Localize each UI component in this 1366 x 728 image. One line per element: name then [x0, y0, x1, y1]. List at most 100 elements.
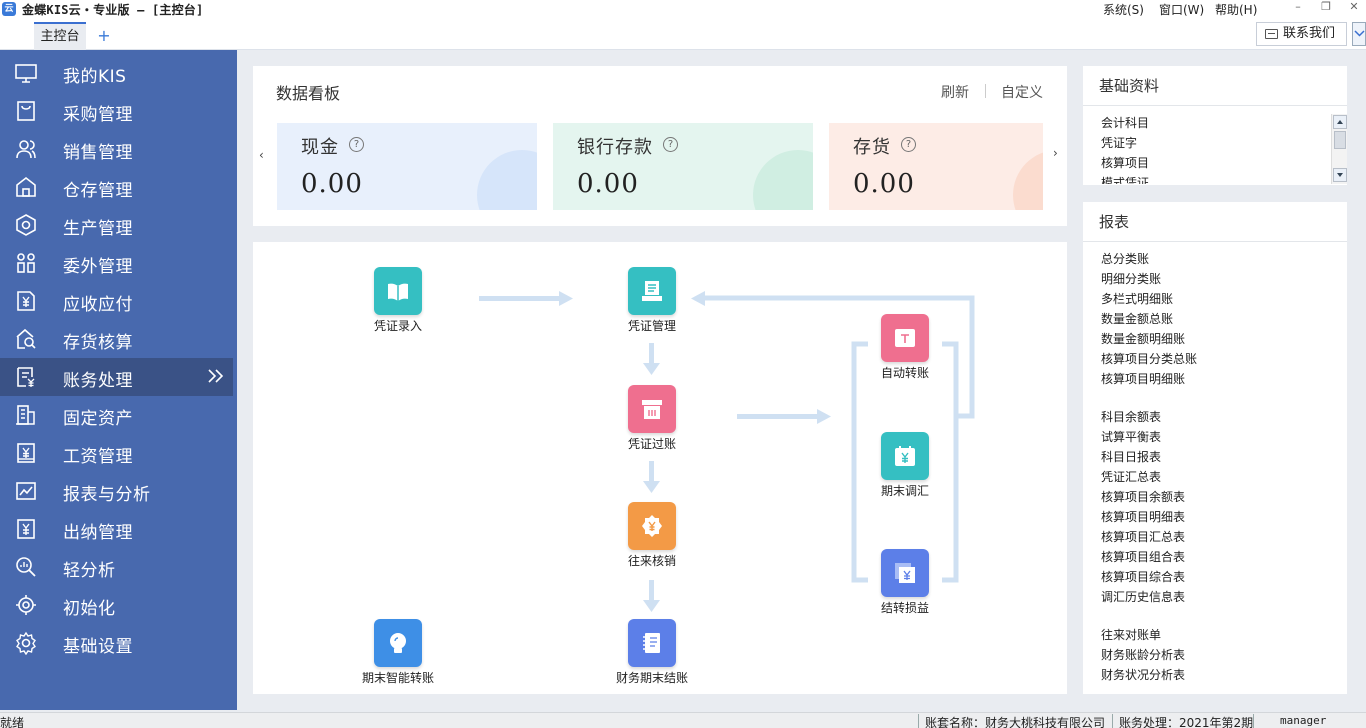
sidebar-item-sales[interactable]: 销售管理 — [0, 130, 237, 168]
data-board: 数据看板 刷新 自定义 ‹ › 现金 ? 0.00 银行存款 ? 0.00 存货… — [253, 66, 1067, 226]
sidebar-item-my-kis[interactable]: 我的KIS — [0, 54, 237, 92]
list-item[interactable]: 核算项目组合表 — [1101, 547, 1347, 567]
flow-node-fx-adjust[interactable]: 期末调汇 — [865, 432, 945, 502]
outsource-icon — [17, 253, 35, 273]
list-item[interactable]: 试算平衡表 — [1101, 427, 1347, 447]
card-bank-deposit[interactable]: 银行存款 ? 0.00 — [553, 123, 813, 210]
sidebar-item-basic-settings[interactable]: 基础设置 — [0, 624, 237, 662]
list-item[interactable]: 核算项目余额表 — [1101, 487, 1347, 507]
contact-us-label: 联系我们 — [1283, 26, 1336, 41]
status-period: 账务处理：2021年第2期 — [1112, 714, 1253, 728]
list-item[interactable]: 往来对账单 — [1101, 625, 1347, 645]
list-item[interactable]: 核算项目汇总表 — [1101, 527, 1347, 547]
list-item[interactable]: 财务状况分析表 — [1101, 665, 1347, 685]
contact-us-button[interactable]: 联系我们 — [1256, 22, 1347, 46]
list-item[interactable]: 调汇历史信息表 — [1101, 587, 1347, 607]
tab-bar: 主控台 + 联系我们 — [0, 18, 1366, 50]
list-item[interactable]: 数量金额总账 — [1101, 309, 1347, 329]
help-icon[interactable]: ? — [349, 137, 364, 152]
tab-home[interactable]: 主控台 — [34, 22, 86, 50]
menu-help[interactable]: 帮助(H) — [1215, 1, 1257, 18]
flow-node-voucher-post[interactable]: 凭证过账 — [612, 385, 692, 455]
refresh-button[interactable]: 刷新 — [941, 82, 969, 102]
card-cash[interactable]: 现金 ? 0.00 — [277, 123, 537, 210]
list-item[interactable]: 明细分类账 — [1101, 269, 1347, 289]
list-item[interactable]: 核算项目明细表 — [1101, 507, 1347, 527]
scroll-thumb[interactable] — [1334, 131, 1346, 149]
list-item[interactable]: 多栏式明细账 — [1101, 289, 1347, 309]
help-icon[interactable]: ? — [663, 137, 678, 152]
process-flow-panel: 凭证录入 凭证管理 凭证过账 往来核销 财务期末结账 期末智能转账 自动转账 期… — [253, 242, 1067, 694]
basic-data-panel: 基础资料 会计科目 凭证字 核算项目 模式凭证 — [1083, 66, 1347, 185]
list-item[interactable]: 核算项目综合表 — [1101, 567, 1347, 587]
message-icon — [1265, 29, 1278, 39]
sidebar-item-receivable[interactable]: 应收应付 — [0, 282, 237, 320]
fx-adjust-calendar-icon — [881, 432, 929, 480]
node-label: 结转损益 — [880, 601, 929, 615]
close-button[interactable]: ✕ — [1344, 0, 1364, 13]
restore-button[interactable]: ❐ — [1316, 0, 1336, 13]
customize-button[interactable]: 自定义 — [1001, 82, 1043, 102]
menu-system[interactable]: 系统(S) — [1103, 1, 1144, 18]
sidebar-item-label: 报表与分析 — [63, 485, 151, 505]
list-item[interactable]: 凭证汇总表 — [1101, 467, 1347, 487]
list-item[interactable]: 数量金额明细账 — [1101, 329, 1347, 349]
basic-data-scrollbar[interactable] — [1331, 114, 1347, 184]
basic-data-list: 会计科目 凭证字 核算项目 模式凭证 — [1083, 106, 1347, 184]
next-arrow-icon[interactable]: › — [1053, 146, 1058, 160]
sidebar-item-purchase[interactable]: 采购管理 — [0, 92, 237, 130]
board-title: 数据看板 — [276, 84, 341, 103]
list-item[interactable]: 科目余额表 — [1101, 407, 1347, 427]
flow-node-smart-transfer[interactable]: 期末智能转账 — [358, 619, 438, 689]
sidebar-item-light-analysis[interactable]: 轻分析 — [0, 548, 237, 586]
voucher-entry-icon — [374, 267, 422, 315]
sidebar-item-reports[interactable]: 报表与分析 — [0, 472, 237, 510]
sidebar-item-label: 账务处理 — [63, 371, 133, 391]
scroll-down-icon[interactable] — [1333, 168, 1347, 182]
sidebar-item-accounting[interactable]: 账务处理 — [0, 358, 233, 396]
flow-node-carry-pl[interactable]: 结转损益 — [865, 549, 945, 619]
card-value: 0.00 — [577, 169, 639, 199]
flow-node-writeoff[interactable]: 往来核销 — [612, 502, 692, 572]
list-item[interactable]: 核算项目明细账 — [1101, 369, 1347, 389]
status-company: 账套名称：财务大桃科技有限公司 — [918, 714, 1105, 728]
sidebar-item-inventory-accounting[interactable]: 存货核算 — [0, 320, 237, 358]
sidebar-nav: 我的KIS 采购管理 销售管理 仓存管理 生产管理 委外管理 应收应付 存货核算… — [0, 50, 237, 710]
list-item[interactable]: 财务账龄分析表 — [1101, 645, 1347, 665]
minimize-button[interactable]: – — [1288, 0, 1308, 13]
scroll-up-icon[interactable] — [1333, 115, 1347, 129]
list-item[interactable]: 模式凭证 — [1101, 173, 1347, 184]
list-item[interactable]: 核算项目分类总账 — [1101, 349, 1347, 369]
reports-list: 总分类账 明细分类账 多栏式明细账 数量金额总账 数量金额明细账 核算项目分类总… — [1083, 242, 1347, 685]
sales-users-icon — [16, 140, 36, 159]
card-label: 银行存款 — [577, 137, 653, 158]
card-inventory[interactable]: 存货 ? 0.00 — [829, 123, 1043, 210]
prev-arrow-icon[interactable]: ‹ — [259, 148, 264, 162]
flow-node-auto-transfer[interactable]: 自动转账 — [865, 314, 945, 384]
sidebar-item-production[interactable]: 生产管理 — [0, 206, 237, 244]
sidebar-item-outsource[interactable]: 委外管理 — [0, 244, 237, 282]
fixed-asset-building-icon — [16, 405, 35, 425]
list-item[interactable]: 凭证字 — [1101, 133, 1347, 153]
list-item[interactable]: 科目日报表 — [1101, 447, 1347, 467]
help-icon[interactable]: ? — [901, 137, 916, 152]
list-item[interactable]: 总分类账 — [1101, 249, 1347, 269]
menu-window[interactable]: 窗口(W) — [1159, 1, 1204, 18]
add-tab-icon[interactable]: + — [94, 26, 114, 46]
sidebar-item-cashier[interactable]: 出纳管理 — [0, 510, 237, 548]
flow-node-period-close[interactable]: 财务期末结账 — [612, 619, 692, 689]
sidebar-item-initialize[interactable]: 初始化 — [0, 586, 237, 624]
sidebar-item-label: 销售管理 — [63, 143, 133, 163]
sidebar-item-salary[interactable]: 工资管理 — [0, 434, 237, 472]
sidebar-item-label: 存货核算 — [63, 333, 133, 353]
sidebar-item-label: 采购管理 — [63, 105, 133, 125]
sidebar-item-fixed-assets[interactable]: 固定资产 — [0, 396, 237, 434]
collapse-toggle-button[interactable] — [1352, 22, 1366, 46]
flow-node-voucher-manage[interactable]: 凭证管理 — [612, 267, 692, 337]
list-item[interactable]: 会计科目 — [1101, 113, 1347, 133]
sidebar-item-warehouse[interactable]: 仓存管理 — [0, 168, 237, 206]
list-item[interactable]: 核算项目 — [1101, 153, 1347, 173]
flow-node-voucher-entry[interactable]: 凭证录入 — [358, 267, 438, 337]
app-logo-icon: 云 — [2, 2, 16, 16]
chevron-down-icon — [1354, 30, 1365, 37]
